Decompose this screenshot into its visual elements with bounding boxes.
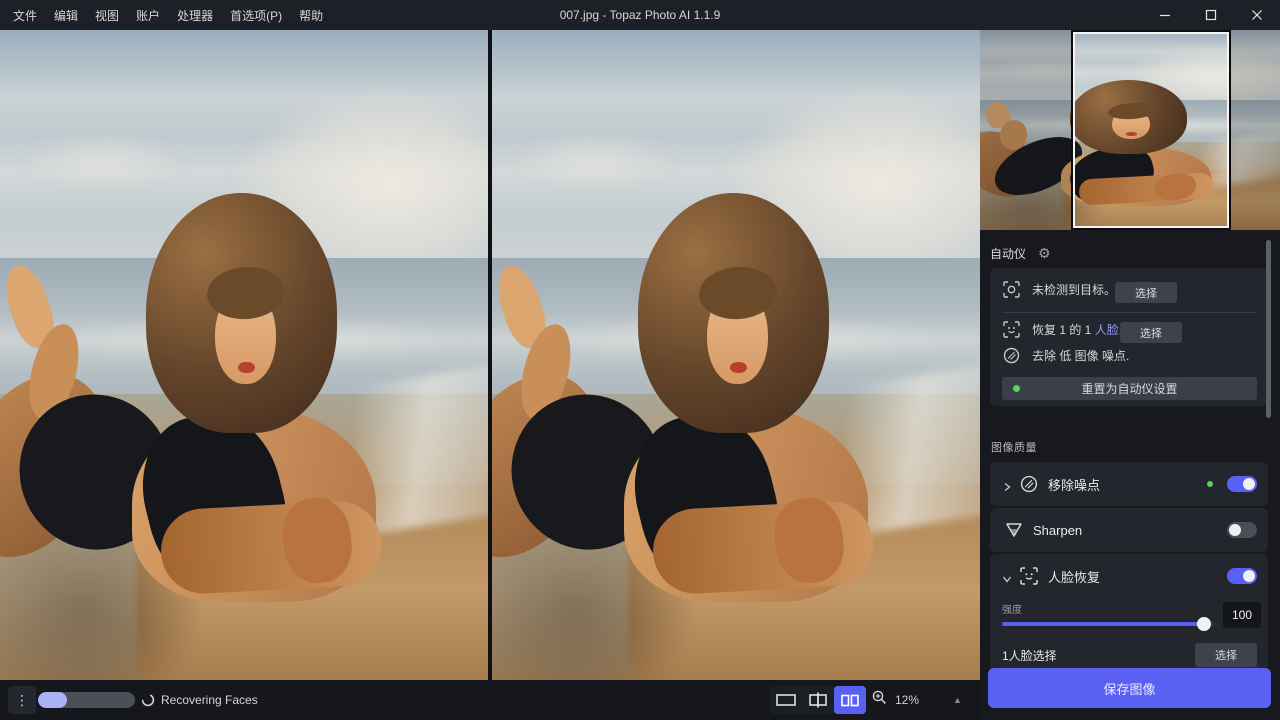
autopilot-applied-dot: [1207, 481, 1213, 487]
zoom-dropdown-caret[interactable]: ▲: [953, 695, 962, 705]
view-split-button[interactable]: [802, 686, 834, 714]
navigator-thumbnail[interactable]: [980, 30, 1280, 230]
menu-bar: 文件 编辑 视图 账户 处理器 首选项(P) 帮助: [0, 7, 323, 24]
status-bar: ⋮ Recovering Faces: [0, 680, 980, 720]
thumbnail-dim-right: [1229, 30, 1280, 230]
zoom-level: 12%: [895, 693, 919, 707]
sharpen-toggle[interactable]: [1227, 522, 1257, 538]
status-text: Recovering Faces: [161, 680, 258, 720]
close-button[interactable]: [1234, 0, 1280, 30]
face-recovery-label: 人脸恢复: [1048, 567, 1100, 586]
face-selection-button[interactable]: 选择: [1195, 643, 1257, 667]
menu-help[interactable]: 帮助: [299, 7, 323, 24]
strength-value-field[interactable]: 100: [1223, 602, 1261, 628]
reset-autopilot-button[interactable]: 重置为自动仪设置: [1002, 377, 1257, 400]
toggle-knob: [1243, 570, 1255, 582]
scene-cloud: [512, 128, 678, 193]
strength-slider-fill: [1002, 622, 1209, 626]
image-quality-section-label: 图像质量: [991, 439, 1037, 455]
spinner-icon: [141, 693, 155, 707]
menu-preferences[interactable]: 首选项(P): [230, 7, 282, 24]
scene-foam: [848, 363, 980, 536]
face-status-prefix: 恢复 1 的 1: [1032, 323, 1095, 337]
overflow-menu-button[interactable]: ⋮: [8, 686, 36, 714]
sharpen-label: Sharpen: [1033, 523, 1082, 538]
face-selection-row: 1人脸选择 选择: [1002, 643, 1257, 667]
autopilot-header: 自动仪 ⚙: [990, 245, 1051, 262]
toggle-knob: [1229, 524, 1241, 536]
autopilot-row-noise: 去除 低 图像 噪点.: [1003, 347, 1129, 364]
subject-status-text: 未检测到目标。: [1032, 281, 1116, 298]
save-image-button[interactable]: 保存图像: [988, 668, 1271, 708]
photo-before: [0, 30, 488, 680]
strength-label: 强度: [1002, 601, 1022, 616]
autopilot-card: 未检测到目标。 选择 恢复 1 的 1 人脸. 选择: [990, 268, 1268, 406]
reset-autopilot-label: 重置为自动仪设置: [1081, 380, 1177, 397]
progress-fill: [38, 692, 67, 708]
sharpen-filter-icon: [1005, 521, 1023, 539]
chevron-right-icon[interactable]: [1002, 479, 1012, 489]
face-status-link[interactable]: 人脸: [1095, 323, 1119, 337]
face-recovery-filter-icon: [1020, 567, 1038, 585]
menu-view[interactable]: 视图: [95, 7, 119, 24]
thumbnail-dim-left: [980, 30, 1073, 230]
photo-after: [492, 30, 980, 680]
face-status-text: 恢复 1 的 1 人脸.: [1032, 321, 1122, 338]
window-controls: [1142, 0, 1280, 30]
card-divider: [1003, 312, 1257, 313]
topaz-photo-ai-window: 文件 编辑 视图 账户 处理器 首选项(P) 帮助 007.jpg - Topa…: [0, 0, 1280, 720]
subject-detect-icon: [1003, 281, 1020, 298]
thumbnail-viewport-rect[interactable]: [1073, 32, 1229, 228]
menu-edit[interactable]: 编辑: [54, 7, 78, 24]
face-select-button-autopilot[interactable]: 选择: [1120, 322, 1182, 343]
noise-status-text: 去除 低 图像 噪点.: [1032, 347, 1129, 364]
photo-view-after[interactable]: [492, 30, 980, 680]
autopilot-row-face: 恢复 1 的 1 人脸.: [1003, 321, 1122, 338]
view-side-by-side-button[interactable]: [834, 686, 866, 714]
chevron-down-icon[interactable]: [1002, 571, 1012, 581]
scene-foam: [356, 363, 488, 536]
maximize-button[interactable]: [1188, 0, 1234, 30]
face-recovery-toggle[interactable]: [1227, 568, 1257, 584]
strength-slider[interactable]: [1002, 622, 1215, 626]
green-status-dot: [1013, 385, 1020, 392]
menu-processor[interactable]: 处理器: [177, 7, 213, 24]
panel-scrollbar[interactable]: [1266, 240, 1271, 418]
face-selection-label: 1人脸选择: [1002, 647, 1057, 664]
view-mode-group: [770, 686, 866, 714]
zoom-in-icon: [872, 690, 887, 710]
view-single-button[interactable]: [770, 686, 802, 714]
remove-noise-card[interactable]: 移除噪点: [990, 462, 1268, 506]
autopilot-title: 自动仪: [990, 245, 1026, 262]
denoise-icon: [1003, 347, 1020, 364]
face-detect-icon: [1003, 321, 1020, 338]
figure-lips: [238, 362, 255, 374]
gear-icon[interactable]: ⚙: [1038, 245, 1051, 262]
menu-account[interactable]: 账户: [136, 7, 160, 24]
settings-panel: 自动仪 ⚙ 未检测到目标。 选择: [980, 30, 1280, 720]
figure-lips: [730, 362, 747, 374]
subject-select-button[interactable]: 选择: [1115, 282, 1177, 303]
menu-file[interactable]: 文件: [13, 7, 37, 24]
comparison-canvas: [0, 30, 980, 680]
remove-noise-toggle[interactable]: [1227, 476, 1257, 492]
title-bar: 文件 编辑 视图 账户 处理器 首选项(P) 帮助 007.jpg - Topa…: [0, 0, 1280, 30]
remove-noise-label: 移除噪点: [1048, 475, 1100, 494]
sharpen-card[interactable]: Sharpen: [990, 508, 1268, 552]
minimize-button[interactable]: [1142, 0, 1188, 30]
progress-bar: [38, 692, 135, 708]
photo-view-before[interactable]: [0, 30, 488, 680]
strength-slider-handle[interactable]: [1197, 617, 1211, 631]
denoise-filter-icon: [1020, 475, 1038, 493]
scene-cloud: [20, 128, 186, 193]
zoom-control[interactable]: 12% ▲: [872, 686, 962, 714]
toggle-knob: [1243, 478, 1255, 490]
autopilot-row-subject: 未检测到目标。: [1003, 281, 1116, 298]
